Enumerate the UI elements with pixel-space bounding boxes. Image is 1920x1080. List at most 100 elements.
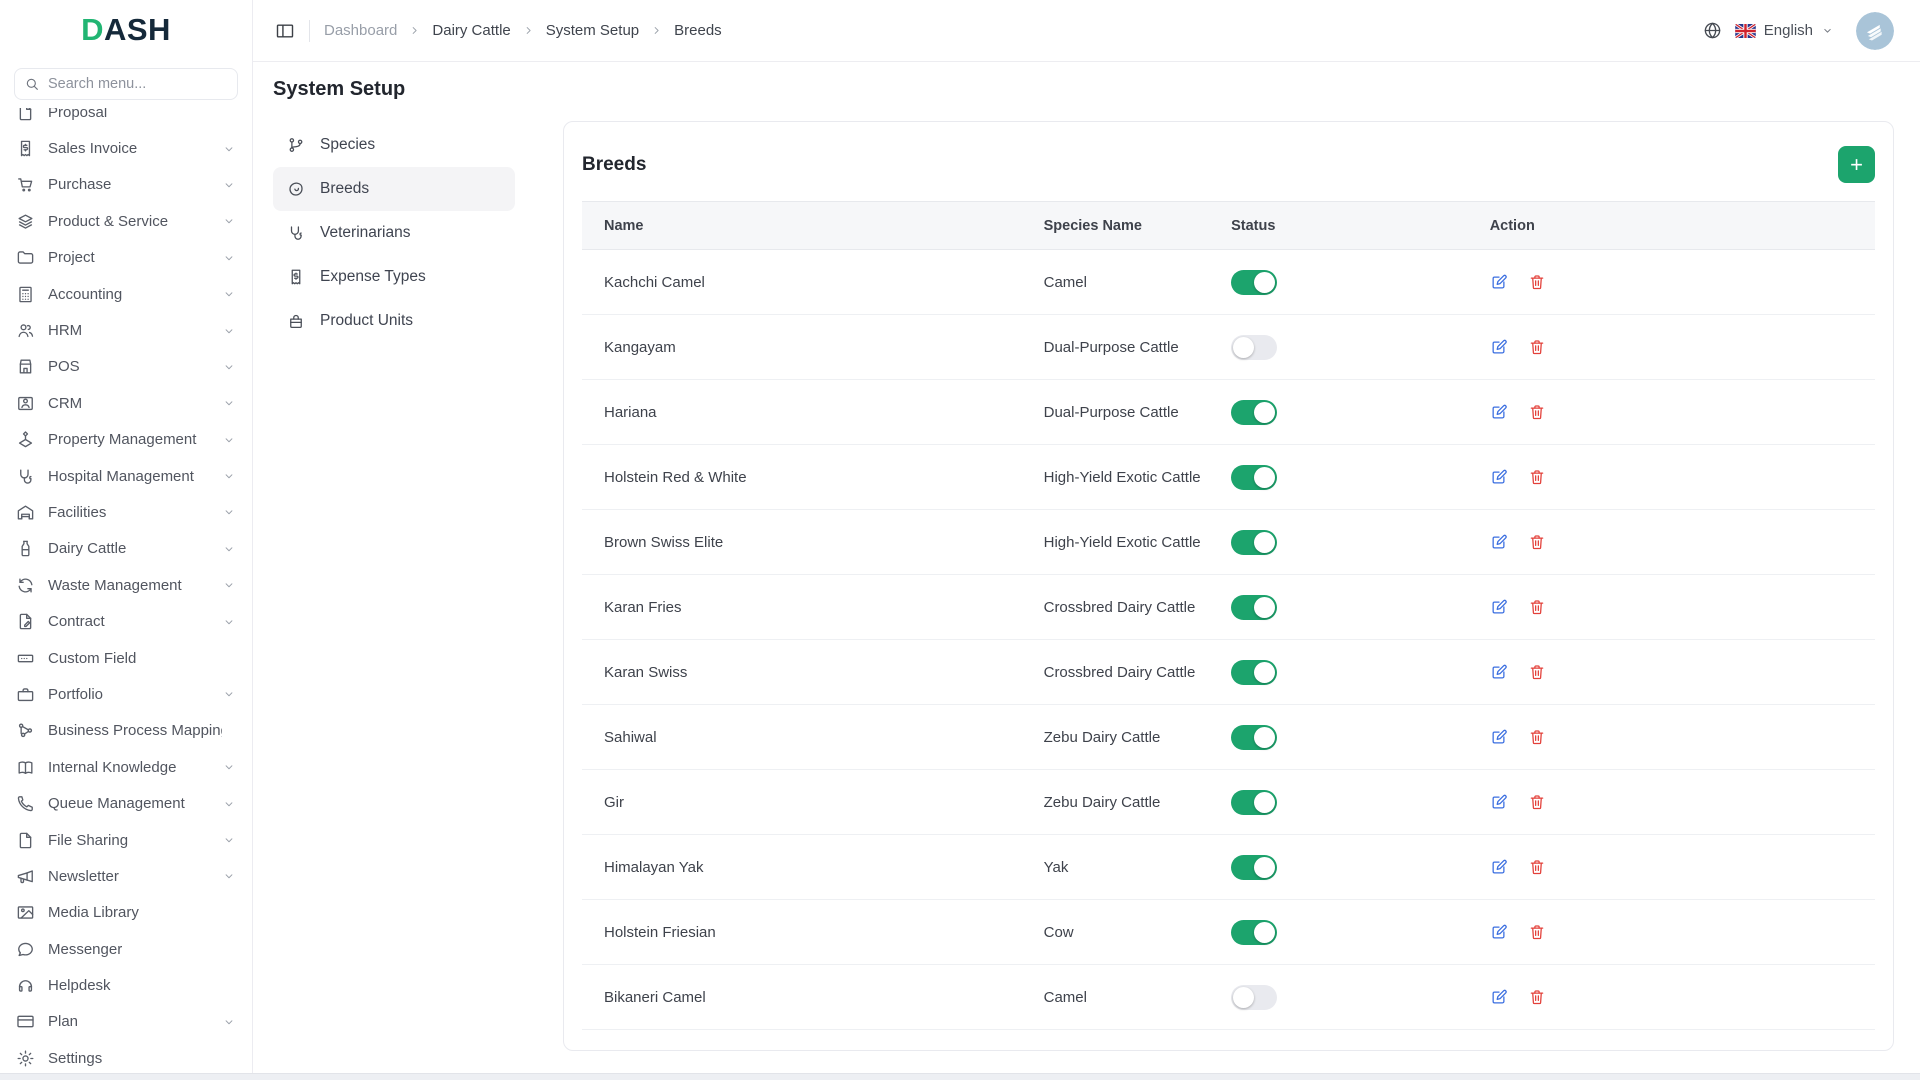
sidebar-item[interactable]: Business Process Mappings	[8, 713, 244, 749]
status-toggle[interactable]	[1231, 725, 1277, 750]
tab-icon	[287, 180, 305, 198]
sidebar-item[interactable]: Portfolio	[8, 676, 244, 712]
sidebar-item[interactable]: Dairy Cattle	[8, 531, 244, 567]
sidebar-item[interactable]: Purchase	[8, 167, 244, 203]
sidebar-item[interactable]: File Sharing	[8, 822, 244, 858]
delete-button[interactable]	[1528, 923, 1546, 941]
edit-button[interactable]	[1490, 988, 1508, 1006]
sidebar-item-icon	[16, 940, 35, 959]
edit-button[interactable]	[1490, 793, 1508, 811]
sidebar-item[interactable]: Sales Invoice	[8, 130, 244, 166]
species-name-cell: Crossbred Dairy Cattle	[1022, 640, 1209, 705]
breadcrumb-label: Dashboard	[324, 22, 397, 39]
status-toggle[interactable]	[1231, 920, 1277, 945]
sidebar-item-label: Helpdesk	[48, 977, 222, 994]
delete-button[interactable]	[1528, 663, 1546, 681]
setup-tab[interactable]: Breeds	[273, 167, 515, 211]
species-name-cell: Zebu Dairy Cattle	[1022, 770, 1209, 835]
breadcrumb-item[interactable]: Breeds	[639, 22, 722, 39]
breed-name-cell: Kachchi Camel	[582, 250, 1022, 315]
sidebar-item[interactable]: POS	[8, 349, 244, 385]
sidebar-item[interactable]: HRM	[8, 312, 244, 348]
sidebar-item[interactable]: Project	[8, 240, 244, 276]
status-toggle[interactable]	[1231, 530, 1277, 555]
action-cell	[1468, 965, 1875, 1030]
edit-button[interactable]	[1490, 533, 1508, 551]
status-toggle[interactable]	[1231, 270, 1277, 295]
delete-button[interactable]	[1528, 858, 1546, 876]
species-name-cell: Dual-Purpose Cattle	[1022, 380, 1209, 445]
sidebar-item[interactable]: CRM	[8, 385, 244, 421]
sidebar-item[interactable]: Proposal	[8, 108, 244, 130]
sidebar-item[interactable]: Waste Management	[8, 567, 244, 603]
status-toggle[interactable]	[1231, 595, 1277, 620]
edit-button[interactable]	[1490, 858, 1508, 876]
edit-button[interactable]	[1490, 663, 1508, 681]
edit-button[interactable]	[1490, 598, 1508, 616]
row-actions	[1490, 403, 1875, 421]
status-toggle[interactable]	[1231, 465, 1277, 490]
globe-icon[interactable]	[1703, 21, 1722, 40]
delete-button[interactable]	[1528, 533, 1546, 551]
sidebar-item[interactable]: Settings	[8, 1040, 244, 1073]
search-input[interactable]	[14, 68, 238, 100]
sidebar-item[interactable]: Media Library	[8, 895, 244, 931]
sidebar-item[interactable]: Queue Management	[8, 785, 244, 821]
sidebar-item[interactable]: Property Management	[8, 422, 244, 458]
setup-tab[interactable]: Expense Types	[273, 255, 515, 299]
user-avatar-button[interactable]	[1856, 12, 1894, 50]
edit-button[interactable]	[1490, 403, 1508, 421]
sidebar-item-icon	[16, 758, 35, 777]
sidebar-item[interactable]: Messenger	[8, 931, 244, 967]
sidebar-item[interactable]: Helpdesk	[8, 967, 244, 1003]
setup-tab[interactable]: Veterinarians	[273, 211, 515, 255]
card-header: Breeds +	[582, 122, 1875, 201]
language-selector[interactable]: English	[1735, 22, 1834, 39]
status-toggle[interactable]	[1231, 660, 1277, 685]
sidebar-item[interactable]: Product & Service	[8, 203, 244, 239]
edit-button[interactable]	[1490, 468, 1508, 486]
sidebar-item[interactable]: Facilities	[8, 494, 244, 530]
breadcrumb-item[interactable]: Dairy Cattle	[397, 22, 510, 39]
delete-button[interactable]	[1528, 728, 1546, 746]
sidebar-menu-list: Proposal Sales Invoice Purchase	[8, 108, 244, 1073]
delete-button[interactable]	[1528, 403, 1546, 421]
table-row: Kangayam Dual-Purpose Cattle	[582, 315, 1875, 380]
chevron-down-icon	[222, 505, 236, 519]
sidebar-toggle-button[interactable]	[275, 21, 295, 41]
table-header-row: NameSpecies NameStatusAction	[582, 202, 1875, 250]
status-toggle[interactable]	[1231, 855, 1277, 880]
delete-button[interactable]	[1528, 598, 1546, 616]
sidebar-item[interactable]: Internal Knowledge	[8, 749, 244, 785]
delete-button[interactable]	[1528, 273, 1546, 291]
edit-button[interactable]	[1490, 728, 1508, 746]
action-cell	[1468, 510, 1875, 575]
status-toggle[interactable]	[1231, 985, 1277, 1010]
delete-button[interactable]	[1528, 338, 1546, 356]
sidebar-item[interactable]: Custom Field	[8, 640, 244, 676]
status-toggle[interactable]	[1231, 790, 1277, 815]
edit-button[interactable]	[1490, 923, 1508, 941]
setup-tab[interactable]: Product Units	[273, 299, 515, 343]
row-actions	[1490, 923, 1875, 941]
breadcrumb-item[interactable]: System Setup	[511, 22, 639, 39]
sidebar-item[interactable]: Newsletter	[8, 858, 244, 894]
status-cell	[1209, 835, 1468, 900]
edit-button[interactable]	[1490, 338, 1508, 356]
status-toggle[interactable]	[1231, 400, 1277, 425]
delete-button[interactable]	[1528, 468, 1546, 486]
delete-button[interactable]	[1528, 793, 1546, 811]
chevron-down-icon	[222, 360, 236, 374]
sidebar-item[interactable]: Hospital Management	[8, 458, 244, 494]
breadcrumb-item[interactable]: Dashboard	[324, 22, 397, 39]
edit-button[interactable]	[1490, 273, 1508, 291]
sidebar-item[interactable]: Contract	[8, 603, 244, 639]
status-toggle[interactable]	[1231, 335, 1277, 360]
sidebar-item[interactable]: Plan	[8, 1004, 244, 1040]
sidebar-item[interactable]: Accounting	[8, 276, 244, 312]
delete-button[interactable]	[1528, 988, 1546, 1006]
setup-tab[interactable]: Species	[273, 123, 515, 167]
action-cell	[1468, 770, 1875, 835]
chevron-down-icon	[222, 542, 236, 556]
add-breed-button[interactable]: +	[1838, 146, 1875, 183]
